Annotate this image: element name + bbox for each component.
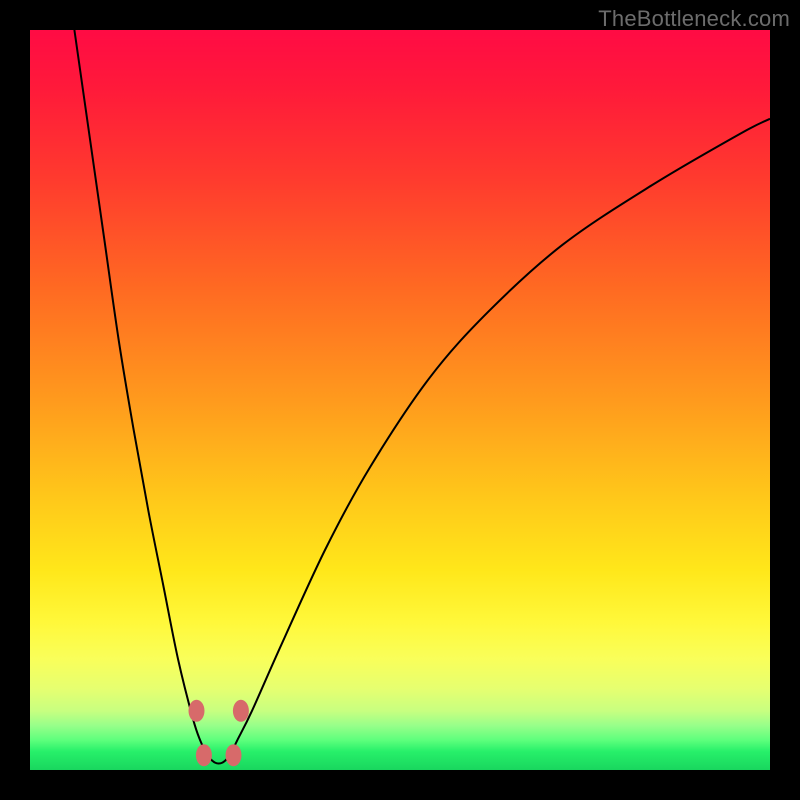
chart-frame: TheBottleneck.com [0,0,800,800]
curve-marker [233,700,249,722]
watermark-text: TheBottleneck.com [598,6,790,32]
plot-area [30,30,770,770]
curve-marker [189,700,205,722]
curve-path [74,30,770,764]
bottleneck-curve [30,30,770,770]
curve-marker [226,744,242,766]
curve-marker [196,744,212,766]
